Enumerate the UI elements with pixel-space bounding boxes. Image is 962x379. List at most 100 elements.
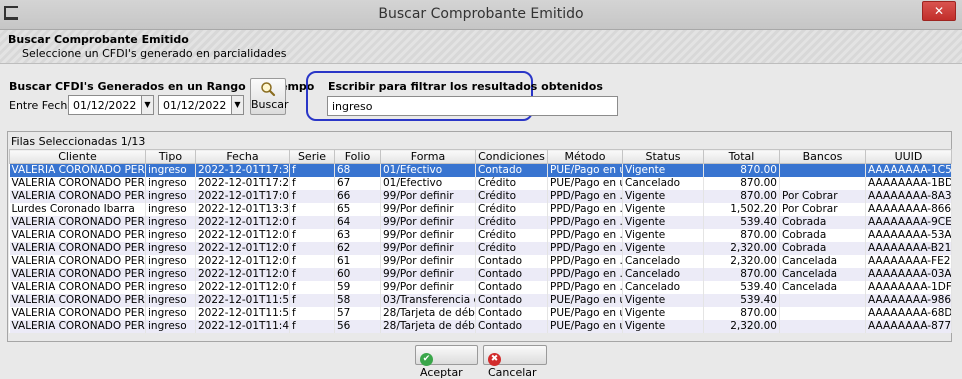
table-row[interactable]: VALERIA CORONADO PEREZ ingreso 2022-12-01T… (9, 280, 952, 294)
cell-folio: 57 (334, 306, 381, 320)
cell-uuid: AAAAAAAA-877... (865, 319, 952, 333)
cell-tipo: ingreso (145, 254, 196, 268)
cell-uuid: AAAAAAAA-68D... (865, 306, 952, 320)
cell-uuid: AAAAAAAA-1BD... (865, 176, 952, 190)
cell-cliente: VALERIA CORONADO PEREZ (9, 241, 146, 255)
x-circle-icon: ✖ (488, 353, 501, 366)
cell-metodo: PPD/Pago en ... (547, 228, 623, 242)
chevron-down-icon[interactable]: ▼ (141, 96, 153, 114)
cell-total: 870.00 (703, 267, 780, 281)
chevron-down-icon[interactable]: ▼ (231, 96, 243, 114)
table-row[interactable]: VALERIA CORONADO PEREZ ingreso 2022-12-01T… (9, 319, 952, 333)
table-row[interactable]: VALERIA CORONADO PEREZ ingreso 2022-12-01T… (9, 189, 952, 203)
cell-forma: 99/Por definir (380, 202, 476, 216)
cell-status: Vigente (622, 241, 704, 255)
cell-tipo: ingreso (145, 319, 196, 333)
cell-bancos (779, 306, 866, 320)
cell-cliente: Lurdes Coronado Ibarra (9, 202, 146, 216)
table-row[interactable]: VALERIA CORONADO PEREZ ingreso 2022-12-01T… (9, 306, 952, 320)
cell-cliente: VALERIA CORONADO PEREZ (9, 228, 146, 242)
column-header-forma[interactable]: Forma (380, 149, 476, 164)
column-header-total[interactable]: Total (703, 149, 780, 164)
cell-total: 870.00 (703, 189, 780, 203)
cell-condiciones: Crédito (475, 241, 548, 255)
cell-condiciones: Contado (475, 254, 548, 268)
results-table: Cliente Tipo Fecha Serie Folio Forma Con… (9, 149, 952, 333)
table-row[interactable]: VALERIA CORONADO PEREZ ingreso 2022-12-01T… (9, 241, 952, 255)
cell-serie: f (289, 176, 335, 190)
cell-cliente: VALERIA CORONADO PEREZ (9, 293, 146, 307)
cell-status: Vigente (622, 163, 704, 177)
cell-folio: 65 (334, 202, 381, 216)
cell-fecha: 2022-12-01T11:56:16 (195, 306, 290, 320)
cancel-button[interactable]: ✖Cancelar (483, 345, 547, 379)
cell-condiciones: Contado (475, 267, 548, 281)
cell-condiciones: Contado (475, 293, 548, 307)
cell-metodo: PPD/Pago en ... (547, 267, 623, 281)
cell-total: 2,320.00 (703, 254, 780, 268)
cell-cliente: VALERIA CORONADO PEREZ (9, 176, 146, 190)
cell-bancos: Por Cobrar (779, 189, 866, 203)
cell-forma: 28/Tarjeta de débito (380, 306, 476, 320)
cell-fecha: 2022-12-01T17:29:58 (195, 176, 290, 190)
cell-condiciones: Crédito (475, 215, 548, 229)
cell-folio: 58 (334, 293, 381, 307)
column-header-folio[interactable]: Folio (334, 149, 381, 164)
cell-serie: f (289, 202, 335, 216)
cell-cliente: VALERIA CORONADO PEREZ (9, 215, 146, 229)
cell-condiciones: Crédito (475, 176, 548, 190)
cell-metodo: PPD/Pago en ... (547, 189, 623, 203)
cell-forma: 99/Por definir (380, 228, 476, 242)
cell-serie: f (289, 163, 335, 177)
cell-bancos: Por Cobrar (779, 202, 866, 216)
cell-total: 2,320.00 (703, 241, 780, 255)
cell-metodo: PPD/Pago en ... (547, 254, 623, 268)
column-header-uuid[interactable]: UUID (865, 149, 952, 164)
table-row[interactable]: VALERIA CORONADO PEREZ ingreso 2022-12-01T… (9, 254, 952, 268)
cell-tipo: ingreso (145, 280, 196, 294)
cell-total: 870.00 (703, 228, 780, 242)
close-button[interactable]: ✕ (922, 1, 956, 21)
table-body: VALERIA CORONADO PEREZ ingreso 2022-12-01T… (9, 163, 952, 333)
cell-folio: 64 (334, 215, 381, 229)
cell-metodo: PUE/Pago en u... (547, 306, 623, 320)
cell-forma: 99/Por definir (380, 189, 476, 203)
cell-serie: f (289, 228, 335, 242)
cell-uuid: AAAAAAAA-866... (865, 202, 952, 216)
table-row[interactable]: VALERIA CORONADO PEREZ ingreso 2022-12-01T… (9, 267, 952, 281)
column-header-cliente[interactable]: Cliente (9, 149, 146, 164)
cell-total: 539.40 (703, 215, 780, 229)
search-button[interactable]: Buscar (250, 78, 289, 115)
cell-bancos: Cobrada (779, 215, 866, 229)
cell-tipo: ingreso (145, 293, 196, 307)
cell-forma: 28/Tarjeta de débito (380, 319, 476, 333)
table-row[interactable]: VALERIA CORONADO PEREZ ingreso 2022-12-01T… (9, 228, 952, 242)
cell-uuid: AAAAAAAA-1C5... (865, 163, 952, 177)
cell-cliente: VALERIA CORONADO PEREZ (9, 319, 146, 333)
filter-input[interactable]: ingreso (327, 96, 618, 116)
date-from-picker[interactable]: 01/12/2022 ▼ (68, 95, 154, 115)
column-header-metodo[interactable]: Método (547, 149, 623, 164)
table-row[interactable]: VALERIA CORONADO PEREZ ingreso 2022-12-01T… (9, 163, 952, 177)
magnifier-icon (261, 82, 276, 97)
results-panel: Filas Seleccionadas 1/13 Cliente Tipo Fe… (7, 131, 952, 342)
column-header-condiciones[interactable]: Condiciones (475, 149, 548, 164)
cell-bancos (779, 319, 866, 333)
cell-folio: 66 (334, 189, 381, 203)
table-row[interactable]: Lurdes Coronado Ibarra ingreso 2022-12-01T… (9, 202, 952, 216)
table-row[interactable]: VALERIA CORONADO PEREZ ingreso 2022-12-01T… (9, 293, 952, 307)
column-header-fecha[interactable]: Fecha (195, 149, 290, 164)
date-to-picker[interactable]: 01/12/2022 ▼ (158, 95, 244, 115)
table-row[interactable]: VALERIA CORONADO PEREZ ingreso 2022-12-01T… (9, 176, 952, 190)
cell-serie: f (289, 189, 335, 203)
column-header-serie[interactable]: Serie (289, 149, 335, 164)
cell-fecha: 2022-12-01T11:49:44 (195, 319, 290, 333)
accept-button[interactable]: ✔Aceptar (415, 345, 478, 379)
cell-condiciones: Contado (475, 280, 548, 294)
column-header-status[interactable]: Status (622, 149, 704, 164)
column-header-tipo[interactable]: Tipo (145, 149, 196, 164)
column-header-bancos[interactable]: Bancos (779, 149, 866, 164)
cell-serie: f (289, 241, 335, 255)
cell-forma: 99/Por definir (380, 254, 476, 268)
table-row[interactable]: VALERIA CORONADO PEREZ ingreso 2022-12-01T… (9, 215, 952, 229)
